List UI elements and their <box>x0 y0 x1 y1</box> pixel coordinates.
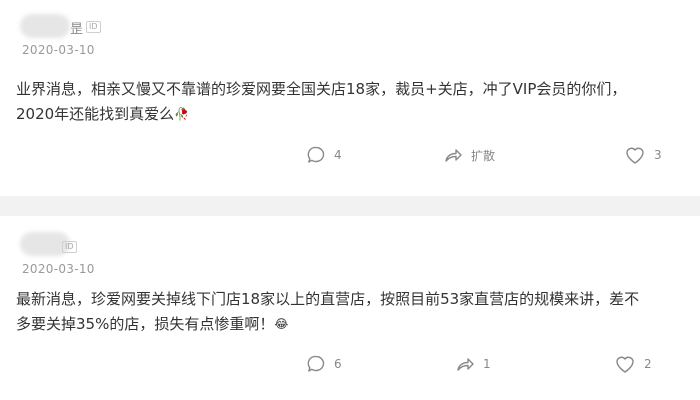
username[interactable]: 昰 <box>70 18 83 37</box>
comment-button[interactable]: 6 <box>306 352 342 376</box>
share-button[interactable]: 扩散 <box>443 143 495 167</box>
post-content: 最新消息，珍爱网要关掉线下门店18家以上的直营店，按照目前53家直营店的规模来讲… <box>16 287 684 337</box>
rose-emoji-icon: 🥀 <box>174 107 190 121</box>
post-actions: 6 1 2 <box>0 352 700 376</box>
post-card: ID 2020-03-10 最新消息，珍爱网要关掉线下门店18家以上的直营店，按… <box>0 216 700 400</box>
comment-icon <box>307 146 325 163</box>
post-content: 业界消息，相亲又慢又不靠谱的珍爱网要全国关店18家，裁员+关店，冲了VIP会员的… <box>16 77 684 127</box>
id-badge: ID <box>86 21 101 33</box>
laughing-emoji-icon: 😂 <box>274 317 289 331</box>
post-card: 昰 ID 2020-03-10 业界消息，相亲又慢又不靠谱的珍爱网要全国关店18… <box>0 0 700 196</box>
post-header: ID 2020-03-10 <box>14 232 214 276</box>
comment-count: 6 <box>334 357 342 371</box>
share-button[interactable]: 1 <box>455 352 491 376</box>
like-button[interactable]: 3 <box>624 143 662 167</box>
post-date: 2020-03-10 <box>22 262 95 276</box>
share-arrow-icon <box>457 358 474 371</box>
heart-icon <box>626 147 644 164</box>
post-text-line: 多要关掉35%的店，损失有点惨重啊！ <box>16 315 275 333</box>
post-text-line: 2020年还能找到真爱么 <box>16 105 175 123</box>
share-label: 扩散 <box>471 148 496 163</box>
comment-count: 4 <box>334 148 342 162</box>
heart-icon <box>616 356 634 373</box>
comment-icon <box>307 355 325 372</box>
like-count: 2 <box>644 357 652 371</box>
like-button[interactable]: 2 <box>614 352 652 376</box>
like-count: 3 <box>654 148 662 162</box>
post-text-line: 最新消息，珍爱网要关掉线下门店18家以上的直营店，按照目前53家直营店的规模来讲… <box>16 290 640 308</box>
share-arrow-icon <box>445 149 462 162</box>
post-date: 2020-03-10 <box>22 43 95 57</box>
comment-button[interactable]: 4 <box>306 143 342 167</box>
share-count: 1 <box>483 357 491 371</box>
post-actions: 4 扩散 3 <box>0 143 700 167</box>
post-text-line: 业界消息，相亲又慢又不靠谱的珍爱网要全国关店18家，裁员+关店，冲了VIP会员的… <box>16 80 627 98</box>
post-header: 昰 ID 2020-03-10 <box>14 14 214 57</box>
avatar[interactable] <box>20 14 70 38</box>
id-badge: ID <box>62 241 77 253</box>
